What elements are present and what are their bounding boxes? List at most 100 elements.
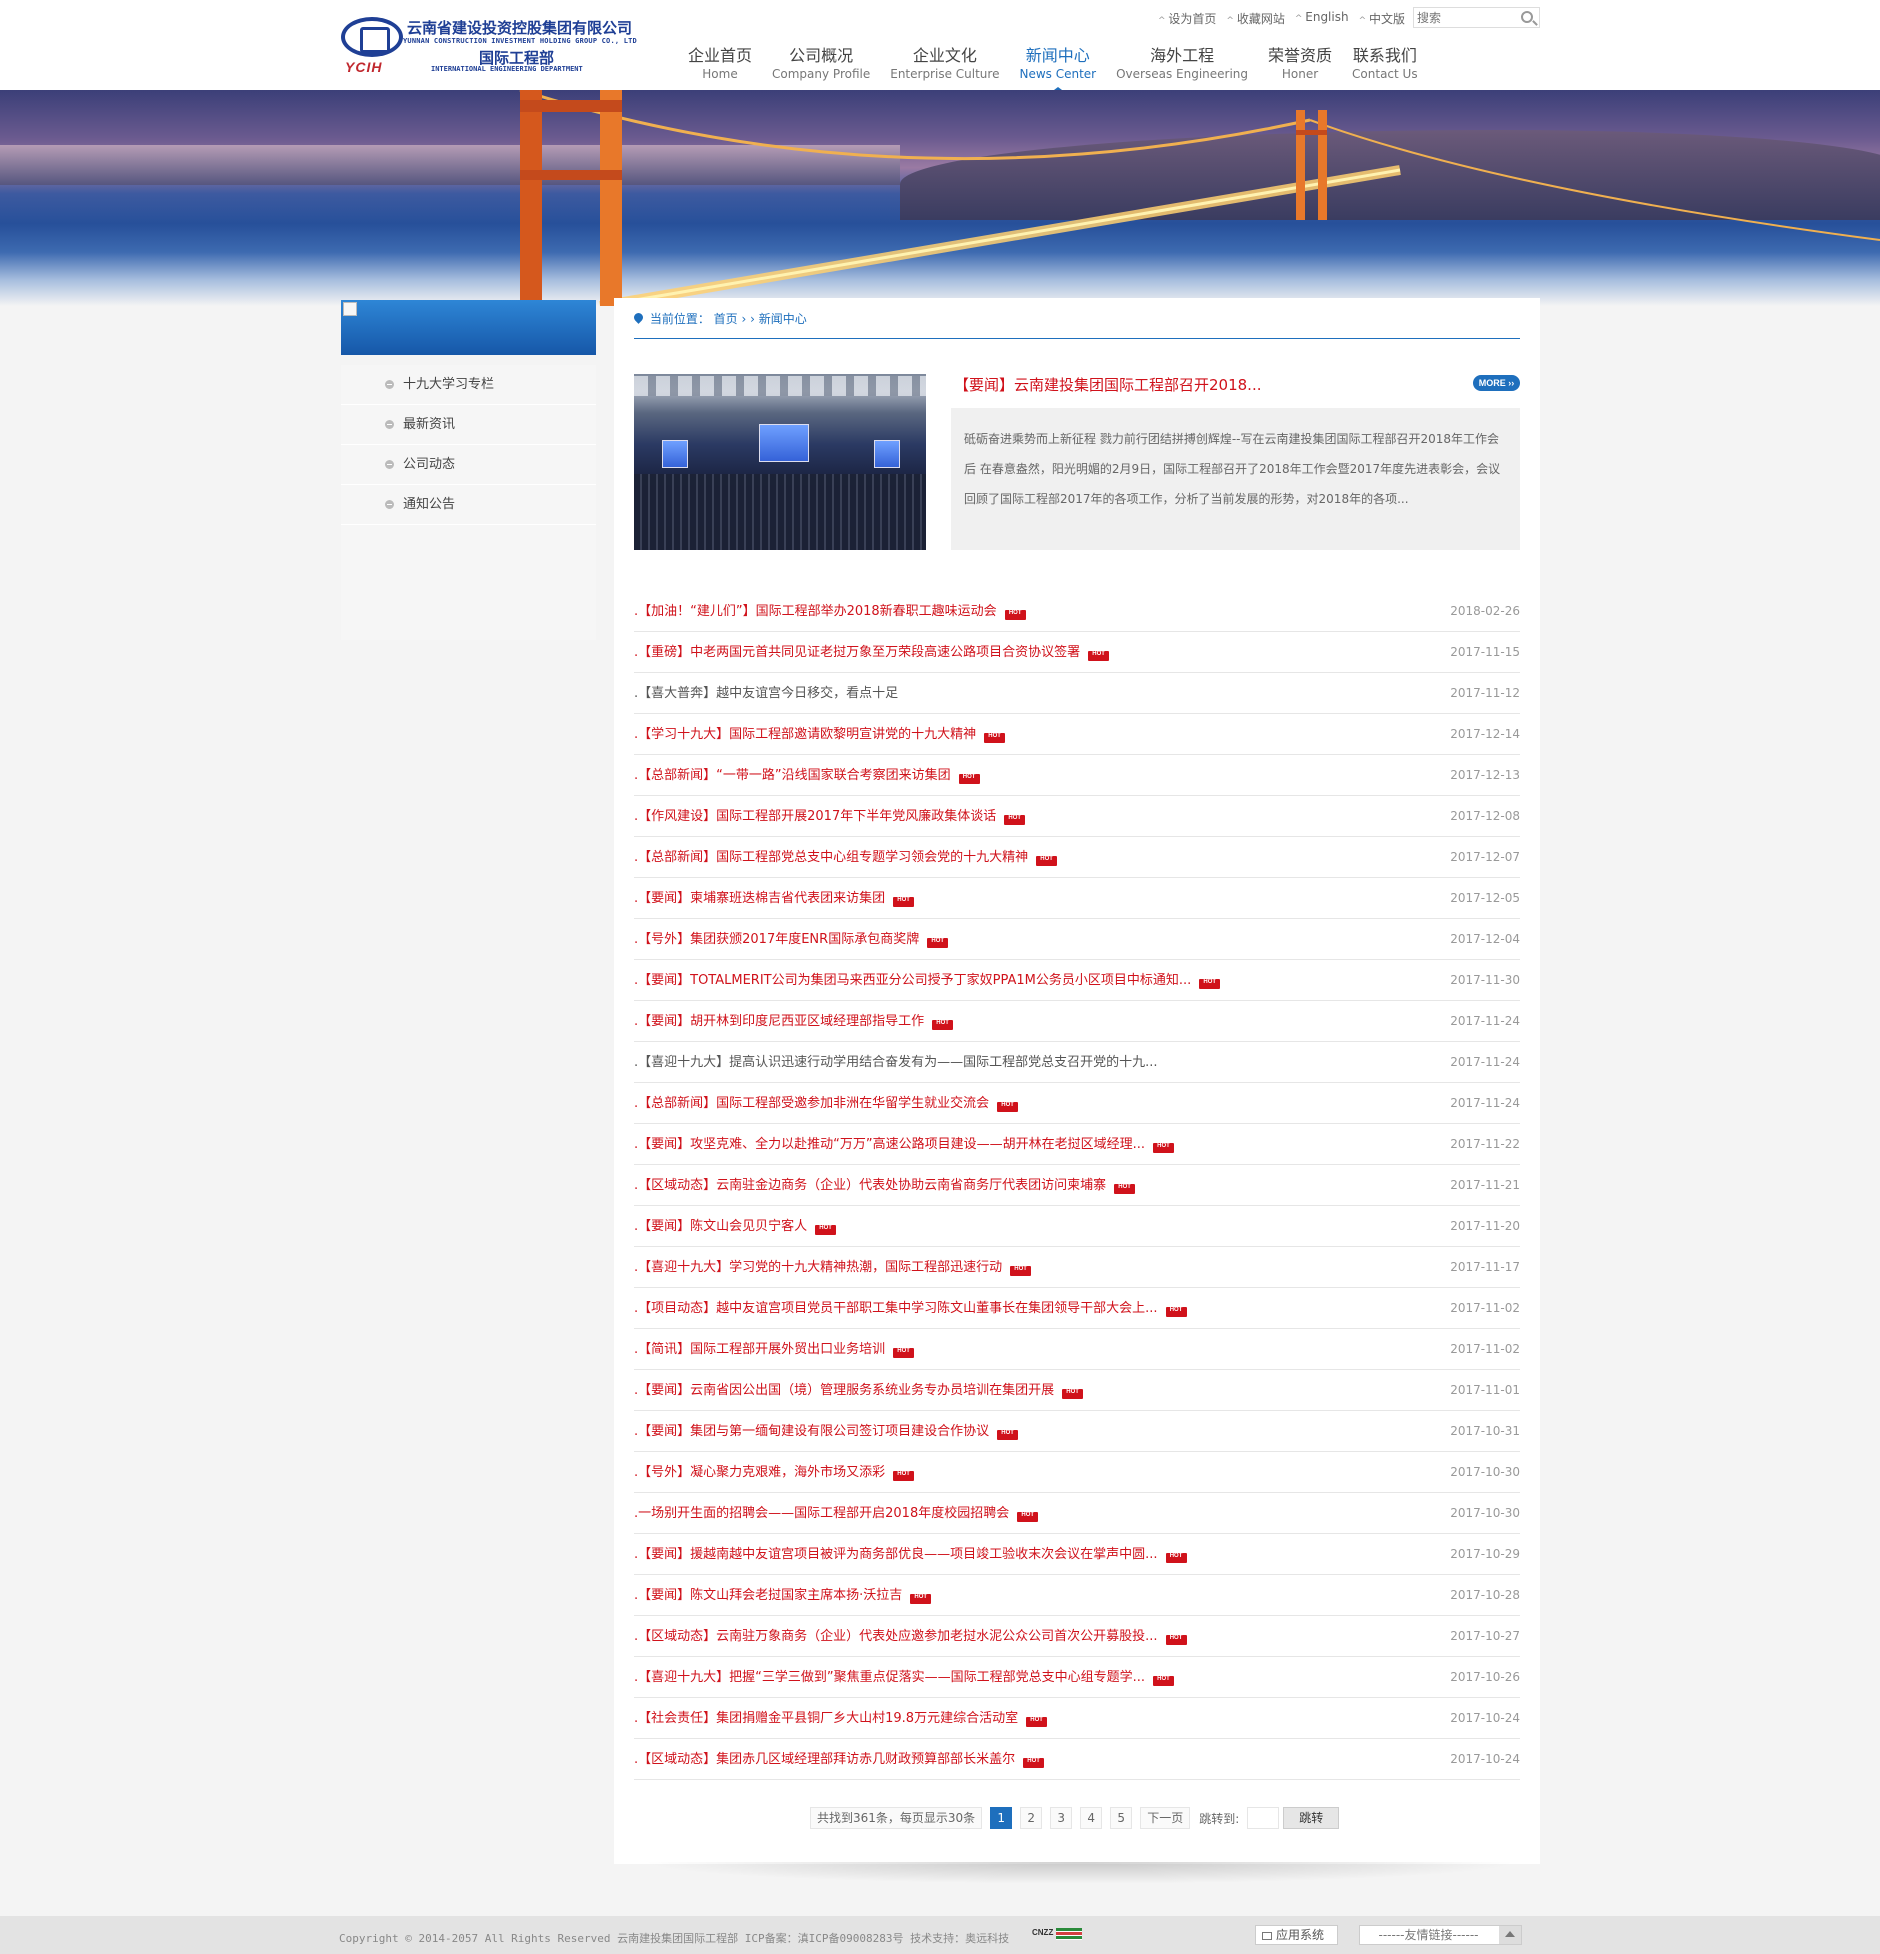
news-title-link[interactable]: .【要闻】陈文山会见贝宁客人 HOT <box>634 1206 837 1247</box>
news-row[interactable]: .【号外】集团获颁2017年度ENR国际承包商奖牌 HOT 2017-12-04 <box>634 919 1520 960</box>
news-row[interactable]: .一场别开生面的招聘会——国际工程部开启2018年度校园招聘会 HOT 2017-1… <box>634 1493 1520 1534</box>
page-button-5[interactable]: 5 <box>1110 1807 1133 1829</box>
news-row[interactable]: .【简讯】国际工程部开展外贸出口业务培训 HOT 2017-11-02 <box>634 1329 1520 1370</box>
nav-enterprise-culture[interactable]: 企业文化 Enterprise Culture <box>880 42 1009 81</box>
sidebar-item-19th-congress[interactable]: 十九大学习专栏 <box>341 365 596 405</box>
news-title-link[interactable]: .【喜迎十九大】学习党的十九大精神热潮，国际工程部迅速行动 HOT <box>634 1247 1032 1288</box>
app-system-button[interactable]: 应用系统 <box>1255 1925 1338 1945</box>
breadcrumb-home[interactable]: 首页 <box>714 312 738 326</box>
news-title-link[interactable]: .【简讯】国际工程部开展外贸出口业务培训 HOT <box>634 1329 915 1370</box>
more-button[interactable]: MORE ›› <box>1473 375 1520 391</box>
news-title-text: .一场别开生面的招聘会——国际工程部开启2018年度校园招聘会 <box>634 1506 1010 1521</box>
news-title-link[interactable]: .【喜大普奔】越中友谊宫今日移交，看点十足 <box>634 673 898 714</box>
search-icon[interactable] <box>1521 11 1533 23</box>
page-button-3[interactable]: 3 <box>1050 1807 1073 1829</box>
news-row[interactable]: .【总部新闻】国际工程部受邀参加非洲在华留学生就业交流会 HOT 2017-11-2… <box>634 1083 1520 1124</box>
featured-title[interactable]: 【要闻】云南建投集团国际工程部召开2018... <box>954 374 1274 395</box>
news-title-text: .【喜迎十九大】学习党的十九大精神热潮，国际工程部迅速行动 <box>634 1260 1003 1275</box>
news-row[interactable]: .【要闻】攻坚克难、全力以赴推动“万万”高速公路项目建设——胡开林在老挝区域经理… <box>634 1124 1520 1165</box>
cnzz-logo[interactable]: CNZZ <box>1032 1928 1053 1937</box>
news-row[interactable]: .【要闻】援越南越中友谊宫项目被评为商务部优良——项目竣工验收末次会议在掌声中圆… <box>634 1534 1520 1575</box>
toplink-chinese[interactable]: 中文版 <box>1359 10 1405 27</box>
breadcrumb-current[interactable]: 新闻中心 <box>759 312 807 326</box>
news-title-link[interactable]: .【作风建设】国际工程部开展2017年下半年党风廉政集体谈话 HOT <box>634 796 1026 837</box>
news-row[interactable]: .【要闻】胡开林到印度尼西亚区域经理部指导工作 HOT 2017-11-24 <box>634 1001 1520 1042</box>
news-title-link[interactable]: .【区域动态】集团赤几区域经理部拜访赤几财政预算部部长米盖尔 HOT <box>634 1739 1045 1780</box>
news-row[interactable]: .【要闻】云南省因公出国（境）管理服务系统业务专办员培训在集团开展 HOT 2017… <box>634 1370 1520 1411</box>
news-row[interactable]: .【喜大普奔】越中友谊宫今日移交，看点十足 2017-11-12 <box>634 673 1520 714</box>
page-button-2[interactable]: 2 <box>1020 1807 1043 1829</box>
news-row[interactable]: .【区域动态】云南驻万象商务（企业）代表处应邀参加老挝水泥公众公司首次公开募股投… <box>634 1616 1520 1657</box>
toplink-english[interactable]: English <box>1295 10 1348 27</box>
page-button-4[interactable]: 4 <box>1080 1807 1103 1829</box>
news-title-link[interactable]: .【社会责任】集团捐赠金平县铜厂乡大山村19.8万元建综合活动室 HOT <box>634 1698 1048 1739</box>
news-row[interactable]: .【加油！“建儿们”】国际工程部举办2018新春职工趣味运动会 HOT 2018-0… <box>634 591 1520 632</box>
search-input[interactable] <box>1417 9 1517 26</box>
news-row[interactable]: .【要闻】陈文山拜会老挝国家主席本扬·沃拉吉 HOT 2017-10-28 <box>634 1575 1520 1616</box>
news-title-link[interactable]: .【号外】凝心聚力克艰难，海外市场又添彩 HOT <box>634 1452 915 1493</box>
nav-contact-us[interactable]: 联系我们 Contact Us <box>1342 42 1428 81</box>
toplink-bookmark[interactable]: 收藏网站 <box>1226 10 1285 27</box>
news-row[interactable]: .【喜迎十九大】学习党的十九大精神热潮，国际工程部迅速行动 HOT 2017-11-… <box>634 1247 1520 1288</box>
news-row[interactable]: .【区域动态】云南驻金边商务（企业）代表处协助云南省商务厅代表团访问柬埔寨 HOT… <box>634 1165 1520 1206</box>
news-title-link[interactable]: .【喜迎十九大】把握“三学三做到”聚焦重点促落实——国际工程部党总支中心组专题学… <box>634 1657 1174 1698</box>
news-title-link[interactable]: .【总部新闻】“一带一路”沿线国家联合考察团来访集团 HOT <box>634 755 980 796</box>
news-title-link[interactable]: .【要闻】援越南越中友谊宫项目被评为商务部优良——项目竣工验收末次会议在掌声中圆… <box>634 1534 1187 1575</box>
nav-honor[interactable]: 荣誉资质 Honer <box>1258 42 1342 81</box>
news-row[interactable]: .【项目动态】越中友谊宫项目党员干部职工集中学习陈文山董事长在集团领导干部大会上… <box>634 1288 1520 1329</box>
news-title-link[interactable]: .【区域动态】云南驻金边商务（企业）代表处协助云南省商务厅代表团访问柬埔寨 HOT <box>634 1165 1136 1206</box>
news-row[interactable]: .【喜迎十九大】提高认识迅速行动学用结合奋发有为——国际工程部党总支召开党的十九… <box>634 1042 1520 1083</box>
news-title-link[interactable]: .【总部新闻】国际工程部党总支中心组专题学习领会党的十九大精神 HOT <box>634 837 1058 878</box>
news-title-text: .【要闻】胡开林到印度尼西亚区域经理部指导工作 <box>634 1014 925 1029</box>
logo-mark: YCIH <box>345 59 383 75</box>
nav-home[interactable]: 企业首页 Home <box>678 42 762 81</box>
news-title-link[interactable]: .【区域动态】云南驻万象商务（企业）代表处应邀参加老挝水泥公众公司首次公开募股投… <box>634 1616 1187 1657</box>
news-row[interactable]: .【学习十九大】国际工程部邀请欧黎明宣讲党的十九大精神 HOT 2017-12-14 <box>634 714 1520 755</box>
sidebar-item-company-news[interactable]: 公司动态 <box>341 445 596 485</box>
news-row[interactable]: .【喜迎十九大】把握“三学三做到”聚焦重点促落实——国际工程部党总支中心组专题学… <box>634 1657 1520 1698</box>
news-title-link[interactable]: .【要闻】集团与第一缅甸建设有限公司签订项目建设合作协议 HOT <box>634 1411 1019 1452</box>
jump-button[interactable]: 跳转 <box>1283 1807 1340 1829</box>
news-row[interactable]: .【作风建设】国际工程部开展2017年下半年党风廉政集体谈话 HOT 2017-12… <box>634 796 1520 837</box>
news-title-link[interactable]: .【要闻】陈文山拜会老挝国家主席本扬·沃拉吉 HOT <box>634 1575 932 1616</box>
news-title-link[interactable]: .【加油！“建儿们”】国际工程部举办2018新春职工趣味运动会 HOT <box>634 591 1026 632</box>
jump-page-input[interactable] <box>1247 1807 1280 1829</box>
news-title-text: .【加油！“建儿们”】国际工程部举办2018新春职工趣味运动会 <box>634 604 997 619</box>
logo[interactable]: YCIH 云南省建设投资控股集团有限公司 YUNNAN CONSTRUCTION… <box>341 17 663 77</box>
news-row[interactable]: .【要闻】TOTALMERIT公司为集团马来西亚分公司授予丁家奴PPA1M公务员… <box>634 960 1520 1001</box>
news-row[interactable]: .【总部新闻】“一带一路”沿线国家联合考察团来访集团 HOT 2017-12-13 <box>634 755 1520 796</box>
page-button-1[interactable]: 1 <box>990 1807 1013 1829</box>
hot-badge: HOT <box>927 938 949 948</box>
news-title-link[interactable]: .【项目动态】越中友谊宫项目党员干部职工集中学习陈文山董事长在集团领导干部大会上… <box>634 1288 1187 1329</box>
nav-news-center[interactable]: 新闻中心 News Center <box>1009 42 1106 93</box>
news-title-link[interactable]: .【要闻】TOTALMERIT公司为集团马来西亚分公司授予丁家奴PPA1M公务员… <box>634 960 1221 1001</box>
nav-company-profile[interactable]: 公司概况 Company Profile <box>762 42 880 81</box>
nav-overseas-engineering[interactable]: 海外工程 Overseas Engineering <box>1106 42 1258 81</box>
news-row[interactable]: .【要闻】陈文山会见贝宁客人 HOT 2017-11-20 <box>634 1206 1520 1247</box>
news-row[interactable]: .【社会责任】集团捐赠金平县铜厂乡大山村19.8万元建综合活动室 HOT 2017-… <box>634 1698 1520 1739</box>
friend-links-select[interactable]: ------友情链接------ <box>1359 1925 1522 1945</box>
news-title-link[interactable]: .【喜迎十九大】提高认识迅速行动学用结合奋发有为——国际工程部党总支召开党的十九… <box>634 1042 1158 1083</box>
toplink-set-home[interactable]: 设为首页 <box>1158 10 1216 27</box>
news-row[interactable]: .【号外】凝心聚力克艰难，海外市场又添彩 HOT 2017-10-30 <box>634 1452 1520 1493</box>
news-date: 2017-11-01 <box>1450 1383 1520 1397</box>
news-row[interactable]: .【总部新闻】国际工程部党总支中心组专题学习领会党的十九大精神 HOT 2017-1… <box>634 837 1520 878</box>
news-title-link[interactable]: .【要闻】攻坚克难、全力以赴推动“万万”高速公路项目建设——胡开林在老挝区域经理… <box>634 1124 1174 1165</box>
featured-image[interactable] <box>634 374 926 550</box>
news-title-link[interactable]: .【学习十九大】国际工程部邀请欧黎明宣讲党的十九大精神 HOT <box>634 714 1006 755</box>
news-row[interactable]: .【要闻】集团与第一缅甸建设有限公司签订项目建设合作协议 HOT 2017-10-3… <box>634 1411 1520 1452</box>
next-page-button[interactable]: 下一页 <box>1140 1807 1191 1829</box>
news-row[interactable]: .【重磅】中老两国元首共同见证老挝万象至万荣段高速公路项目合资协议签署 HOT 20… <box>634 632 1520 673</box>
sidebar-item-latest-news[interactable]: 最新资讯 <box>341 405 596 445</box>
news-title-link[interactable]: .【要闻】云南省因公出国（境）管理服务系统业务专办员培训在集团开展 HOT <box>634 1370 1084 1411</box>
news-title-link[interactable]: .【号外】集团获颁2017年度ENR国际承包商奖牌 HOT <box>634 919 949 960</box>
news-title-link[interactable]: .【总部新闻】国际工程部受邀参加非洲在华留学生就业交流会 HOT <box>634 1083 1019 1124</box>
chevron-up-icon[interactable] <box>1499 1926 1521 1944</box>
news-title-link[interactable]: .【重磅】中老两国元首共同见证老挝万象至万荣段高速公路项目合资协议签署 HOT <box>634 632 1110 673</box>
news-title-link[interactable]: .【要闻】胡开林到印度尼西亚区域经理部指导工作 HOT <box>634 1001 954 1042</box>
news-title-link[interactable]: .一场别开生面的招聘会——国际工程部开启2018年度校园招聘会 HOT <box>634 1493 1039 1534</box>
news-title-link[interactable]: .【要闻】柬埔寨班迭棉吉省代表团来访集团 HOT <box>634 878 915 919</box>
news-row[interactable]: .【要闻】柬埔寨班迭棉吉省代表团来访集团 HOT 2017-12-05 <box>634 878 1520 919</box>
sidebar-item-notices[interactable]: 通知公告 <box>341 485 596 525</box>
news-row[interactable]: .【区域动态】集团赤几区域经理部拜访赤几财政预算部部长米盖尔 HOT 2017-10… <box>634 1739 1520 1780</box>
